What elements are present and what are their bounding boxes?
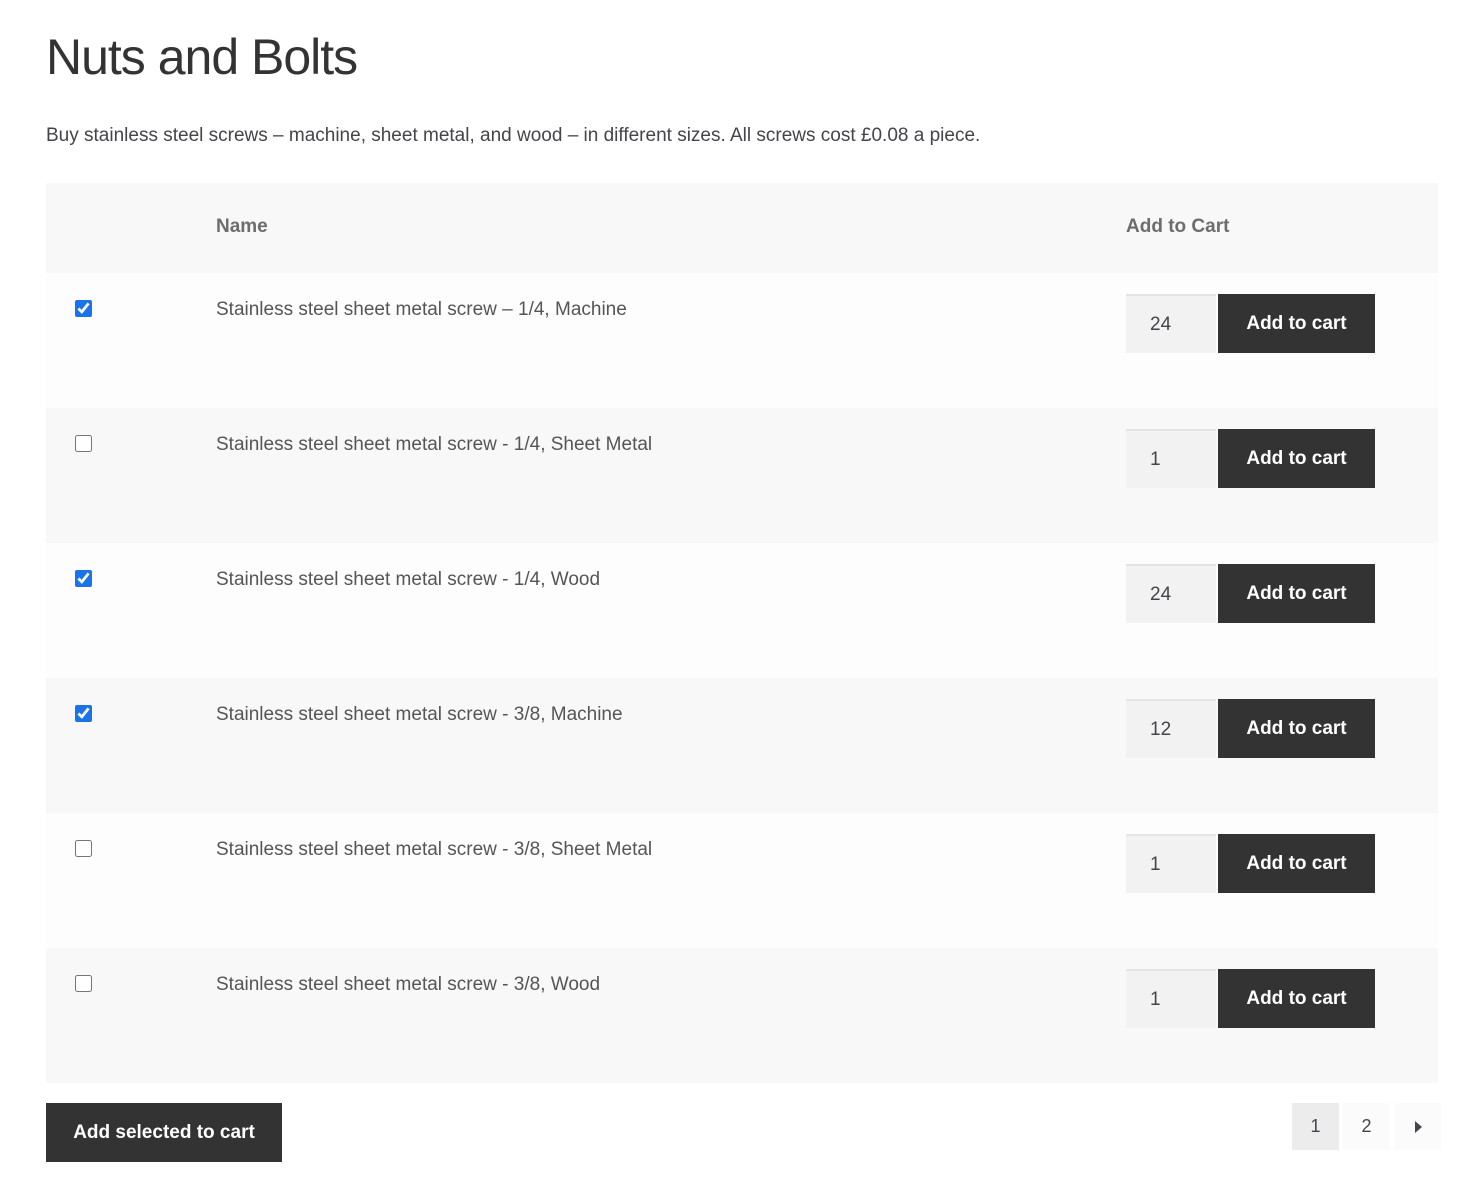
table-row: Stainless steel sheet metal screw - 1/4,…	[46, 543, 1438, 678]
pagination-next-button[interactable]	[1394, 1103, 1441, 1150]
product-name: Stainless steel sheet metal screw – 1/4,…	[216, 299, 627, 320]
row-select-checkbox[interactable]	[75, 570, 92, 587]
add-to-cart-button[interactable]: Add to cart	[1218, 699, 1375, 758]
row-select-checkbox[interactable]	[75, 840, 92, 857]
row-select-checkbox[interactable]	[75, 435, 92, 452]
table-header: Name Add to Cart	[46, 183, 1438, 273]
add-to-cart-button[interactable]: Add to cart	[1218, 969, 1375, 1028]
product-name: Stainless steel sheet metal screw - 1/4,…	[216, 569, 601, 590]
quantity-input[interactable]	[1126, 429, 1216, 488]
pagination-page-1[interactable]: 1	[1292, 1103, 1339, 1150]
table-row: Stainless steel sheet metal screw - 3/8,…	[46, 948, 1438, 1083]
add-to-cart-button[interactable]: Add to cart	[1218, 564, 1375, 623]
quantity-input[interactable]	[1126, 834, 1216, 893]
pagination-page-2[interactable]: 2	[1343, 1103, 1390, 1150]
quantity-input[interactable]	[1126, 294, 1216, 353]
page-title: Nuts and Bolts	[46, 29, 358, 85]
table-row: Stainless steel sheet metal screw - 1/4,…	[46, 408, 1438, 543]
product-table: Name Add to Cart Stainless steel sheet m…	[46, 183, 1438, 1083]
page-description: Buy stainless steel screws – machine, sh…	[46, 125, 981, 146]
table-row: Stainless steel sheet metal screw - 3/8,…	[46, 813, 1438, 948]
quantity-input[interactable]	[1126, 564, 1216, 623]
table-row: Stainless steel sheet metal screw – 1/4,…	[46, 273, 1438, 408]
column-header-name: Name	[216, 216, 268, 237]
add-to-cart-button[interactable]: Add to cart	[1218, 834, 1375, 893]
row-select-checkbox[interactable]	[75, 975, 92, 992]
product-name: Stainless steel sheet metal screw - 3/8,…	[216, 839, 653, 860]
add-to-cart-button[interactable]: Add to cart	[1218, 429, 1375, 488]
product-name: Stainless steel sheet metal screw - 1/4,…	[216, 434, 653, 455]
quantity-input[interactable]	[1126, 699, 1216, 758]
row-select-checkbox[interactable]	[75, 300, 92, 317]
quantity-input[interactable]	[1126, 969, 1216, 1028]
product-name: Stainless steel sheet metal screw - 3/8,…	[216, 974, 601, 995]
product-table-page: Nuts and Bolts Buy stainless steel screw…	[0, 0, 1483, 1200]
add-to-cart-button[interactable]: Add to cart	[1218, 294, 1375, 353]
pagination: 1 2	[1292, 1103, 1441, 1150]
column-header-add-to-cart: Add to Cart	[1126, 216, 1230, 237]
caret-right-icon	[1414, 1120, 1422, 1133]
table-row: Stainless steel sheet metal screw - 3/8,…	[46, 678, 1438, 813]
row-select-checkbox[interactable]	[75, 705, 92, 722]
product-name: Stainless steel sheet metal screw - 3/8,…	[216, 704, 623, 725]
add-selected-to-cart-button[interactable]: Add selected to cart	[46, 1103, 282, 1162]
